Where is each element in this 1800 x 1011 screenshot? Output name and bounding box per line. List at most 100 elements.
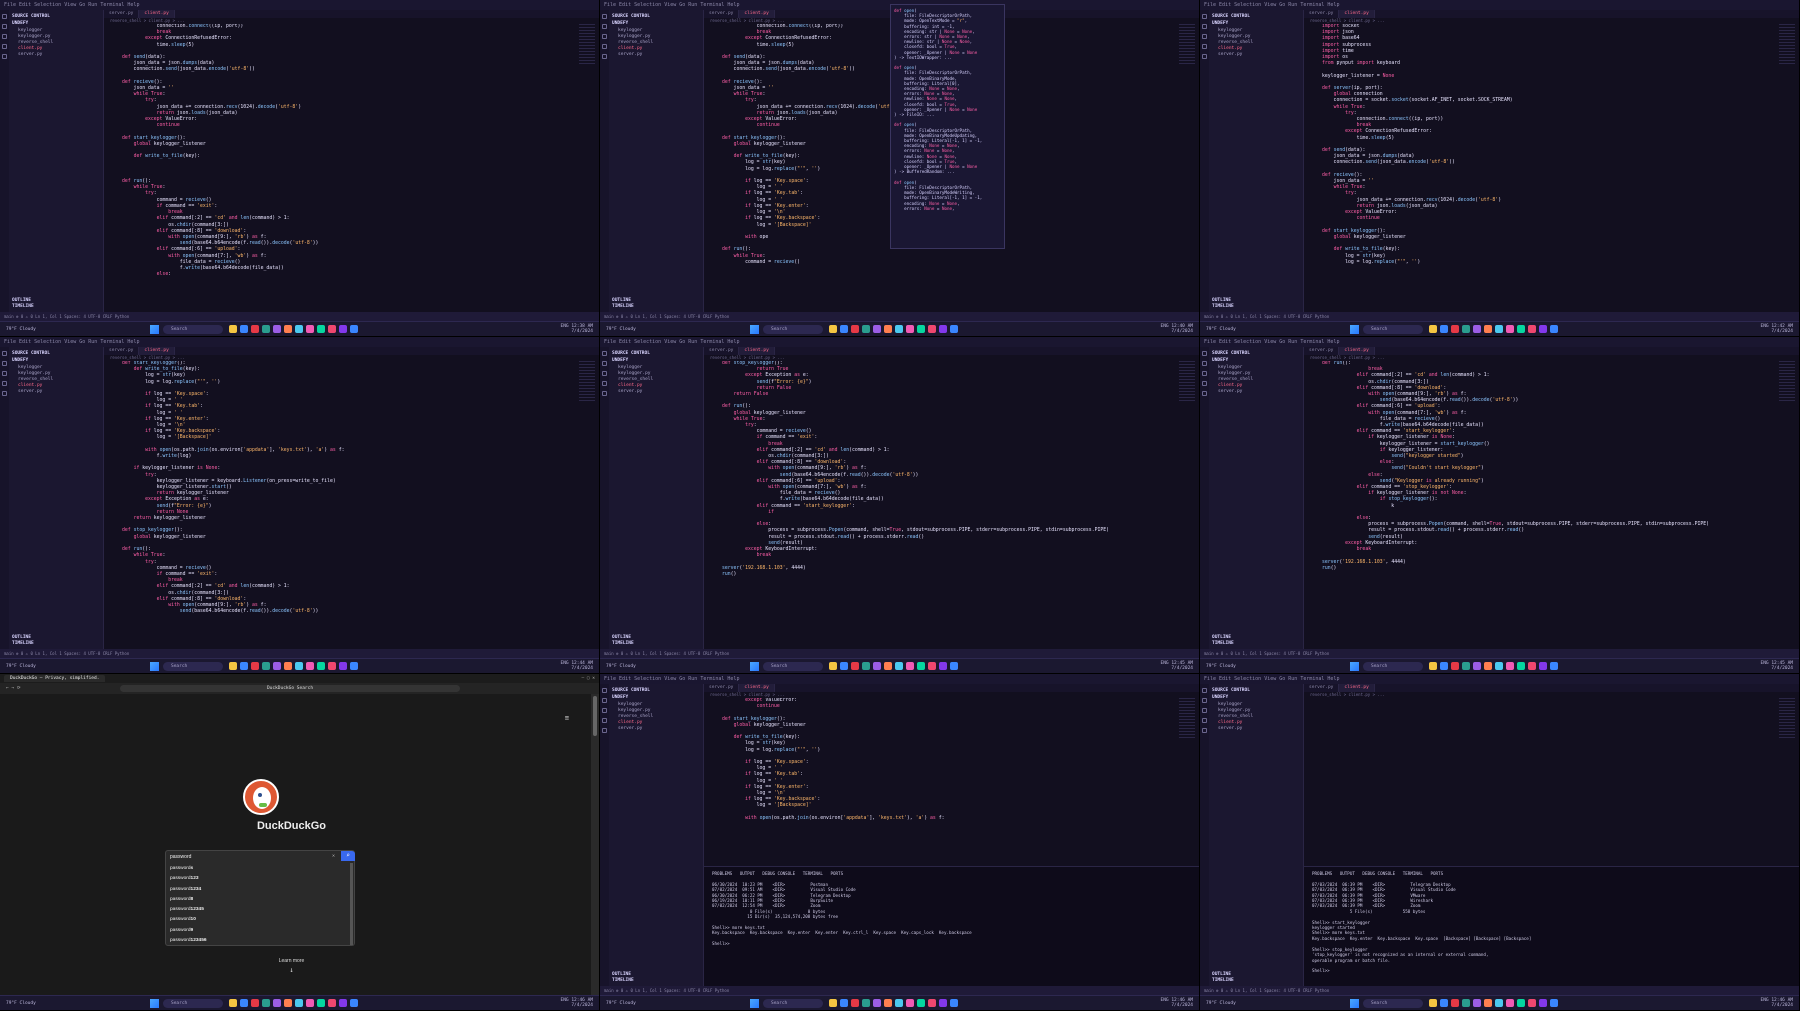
source-control-icon[interactable] xyxy=(1202,34,1207,39)
arrow-down-icon[interactable]: ↓ xyxy=(0,966,583,974)
source-control-icon[interactable] xyxy=(602,708,607,713)
taskbar-app-icon[interactable] xyxy=(261,325,270,333)
taskbar-app-icon[interactable] xyxy=(1494,662,1503,670)
extensions-icon[interactable] xyxy=(2,391,7,396)
taskbar-app-icon[interactable] xyxy=(1527,999,1536,1007)
editor-tab[interactable]: server.py xyxy=(704,684,740,692)
system-tray[interactable]: ENG 12:46 AM 7/4/2024 xyxy=(1160,998,1199,1008)
search-icon[interactable] xyxy=(2,361,7,366)
taskbar-app-icon[interactable] xyxy=(1483,662,1492,670)
minimap[interactable] xyxy=(1179,698,1195,738)
folder-name[interactable]: UNDEFY xyxy=(612,21,700,26)
taskbar-app-icon[interactable] xyxy=(905,662,914,670)
explorer-icon[interactable] xyxy=(2,14,7,19)
run-icon[interactable] xyxy=(2,381,7,386)
taskbar-app-icon[interactable] xyxy=(316,325,325,333)
suggestion-item[interactable]: password12345 xyxy=(170,905,207,915)
terminal-panel[interactable]: PROBLEMS OUTPUT DEBUG CONSOLE TERMINAL P… xyxy=(704,866,1199,986)
run-icon[interactable] xyxy=(1202,381,1207,386)
explorer-file[interactable]: server.py xyxy=(1212,52,1300,58)
taskbar-app-icon[interactable] xyxy=(1450,999,1459,1007)
system-tray[interactable]: ENG 12:46 AM 7/4/2024 xyxy=(560,998,599,1008)
taskbar-app-icon[interactable] xyxy=(1439,325,1448,333)
windows-start-icon[interactable] xyxy=(150,661,159,671)
taskbar-app-icon[interactable] xyxy=(272,662,281,670)
weather-widget[interactable]: 79°F Cloudy xyxy=(600,327,750,332)
system-tray[interactable]: ENG 12:40 AM 7/4/2024 xyxy=(1160,324,1199,334)
search-input[interactable]: password xyxy=(170,854,338,860)
taskbar-app-icon[interactable] xyxy=(272,325,281,333)
taskbar-app-icon[interactable] xyxy=(850,325,859,333)
taskbar-app-icon[interactable] xyxy=(1505,662,1514,670)
windows-start-icon[interactable] xyxy=(1350,661,1359,671)
window-controls[interactable]: — ▢ ✕ xyxy=(581,676,599,681)
minimap[interactable] xyxy=(579,361,595,401)
weather-widget[interactable]: 79°F Cloudy xyxy=(1200,664,1350,669)
explorer-file[interactable]: server.py xyxy=(612,726,700,732)
outline-timeline[interactable]: OUTLINE TIMELINE xyxy=(12,635,34,647)
taskbar-app-icon[interactable] xyxy=(1494,325,1503,333)
taskbar-app-icon[interactable] xyxy=(1461,325,1470,333)
taskbar-app-icon[interactable] xyxy=(861,662,870,670)
extensions-icon[interactable] xyxy=(2,54,7,59)
taskbar-app-icon[interactable] xyxy=(872,999,881,1007)
suggestion-item[interactable]: password10 xyxy=(170,915,207,925)
taskbar-app-icon[interactable] xyxy=(1450,325,1459,333)
taskbar-app-icon[interactable] xyxy=(927,325,936,333)
suggestion-scrollbar[interactable] xyxy=(350,863,353,945)
taskbar-app-icon[interactable] xyxy=(316,662,325,670)
editor-tab[interactable]: client.py xyxy=(1339,10,1375,18)
explorer-icon[interactable] xyxy=(1202,351,1207,356)
taskbar-app-icon[interactable] xyxy=(1538,662,1547,670)
taskbar-app-icon[interactable] xyxy=(1505,999,1514,1007)
run-icon[interactable] xyxy=(2,44,7,49)
folder-name[interactable]: UNDEFY xyxy=(612,695,700,700)
explorer-icon[interactable] xyxy=(1202,688,1207,693)
taskbar-app-icon[interactable] xyxy=(1516,325,1525,333)
search-button[interactable]: ⌕ xyxy=(341,851,355,861)
taskbar-app-icon[interactable] xyxy=(1439,999,1448,1007)
taskbar-search[interactable]: Search xyxy=(1363,324,1423,334)
suggestion-item[interactable]: password1234 xyxy=(170,885,207,895)
outline-timeline[interactable]: OUTLINE TIMELINE xyxy=(612,972,634,984)
explorer-icon[interactable] xyxy=(602,14,607,19)
search-icon[interactable] xyxy=(1202,24,1207,29)
taskbar-app-icon[interactable] xyxy=(1461,662,1470,670)
taskbar-app-icon[interactable] xyxy=(938,999,947,1007)
taskbar-app-icon[interactable] xyxy=(250,325,259,333)
taskbar-search[interactable]: Search xyxy=(763,661,823,671)
taskbar-app-icon[interactable] xyxy=(349,999,358,1007)
taskbar-app-icon[interactable] xyxy=(916,325,925,333)
system-tray[interactable]: ENG 12:44 AM 7/4/2024 xyxy=(560,661,599,671)
weather-widget[interactable]: 79°F Cloudy xyxy=(1200,1001,1350,1006)
taskbar-app-icon[interactable] xyxy=(283,999,292,1007)
taskbar-app-icon[interactable] xyxy=(283,662,292,670)
taskbar-app-icon[interactable] xyxy=(316,999,325,1007)
taskbar-app-icon[interactable] xyxy=(872,325,881,333)
clear-icon[interactable]: ✕ xyxy=(332,853,335,859)
taskbar-app-icon[interactable] xyxy=(1428,999,1437,1007)
system-tray[interactable]: ENG 12:45 AM 7/4/2024 xyxy=(1160,661,1199,671)
code-editor[interactable]: def start_keylogger(): def write_to_file… xyxy=(104,361,577,649)
windows-start-icon[interactable] xyxy=(750,661,759,671)
system-tray[interactable]: ENG 12:46 AM 7/4/2024 xyxy=(1760,998,1799,1008)
editor-tab[interactable]: client.py xyxy=(139,10,175,18)
source-control-icon[interactable] xyxy=(1202,371,1207,376)
explorer-file[interactable]: server.py xyxy=(12,389,100,395)
suggestion-item[interactable]: password9 xyxy=(170,926,207,936)
nav-buttons[interactable]: ← → ⟳ xyxy=(0,686,60,691)
minimap[interactable] xyxy=(1179,24,1195,64)
taskbar-app-icon[interactable] xyxy=(338,325,347,333)
source-control-icon[interactable] xyxy=(1202,708,1207,713)
folder-name[interactable]: UNDEFY xyxy=(1212,21,1300,26)
code-editor[interactable]: def run(): break elif command[:2] == 'cd… xyxy=(1304,361,1777,649)
editor-tab[interactable]: server.py xyxy=(1304,684,1340,692)
taskbar-app-icon[interactable] xyxy=(1538,325,1547,333)
taskbar-search[interactable]: Search xyxy=(763,998,823,1008)
source-control-icon[interactable] xyxy=(602,371,607,376)
taskbar-app-icon[interactable] xyxy=(1549,662,1558,670)
taskbar-app-icon[interactable] xyxy=(261,662,270,670)
search-icon[interactable] xyxy=(602,698,607,703)
taskbar-app-icon[interactable] xyxy=(239,325,248,333)
taskbar-app-icon[interactable] xyxy=(327,999,336,1007)
